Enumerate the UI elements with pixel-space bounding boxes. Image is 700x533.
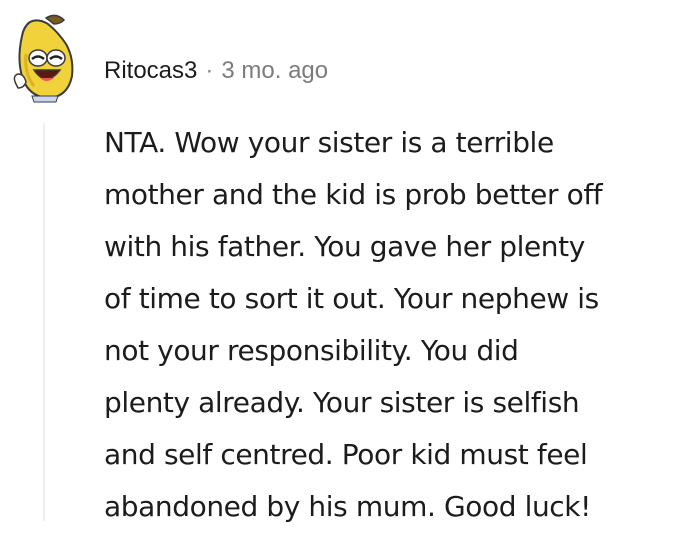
avatar[interactable] xyxy=(12,14,78,104)
comment-body-line: with his father. You gave her plenty xyxy=(104,230,585,263)
comment-body: NTA. Wow your sister is a terrible mothe… xyxy=(104,117,694,533)
comment-body-line: not your responsibility. You did xyxy=(104,334,519,367)
comment-body-line: of time to sort it out. Your nephew is xyxy=(104,282,599,315)
comment-meta: Ritocas3 · 3 mo. ago xyxy=(104,56,328,86)
comment: Ritocas3 · 3 mo. ago NTA. Wow your siste… xyxy=(0,0,700,523)
comment-body-line: mother and the kid is prob better off xyxy=(104,178,603,211)
meta-separator: · xyxy=(205,57,214,84)
comment-body-line: and self centred. Poor kid must feel xyxy=(104,438,588,471)
comment-body-line: plenty already. Your sister is selfish xyxy=(104,386,580,419)
thread-collapse-line[interactable] xyxy=(43,123,45,521)
banana-avatar-icon xyxy=(13,14,74,103)
username-link[interactable]: Ritocas3 xyxy=(104,57,197,85)
timestamp-link[interactable]: 3 mo. ago xyxy=(221,57,328,85)
comment-body-line: NTA. Wow your sister is a terrible xyxy=(104,126,554,159)
comment-body-line: abandoned by his mum. Good luck! xyxy=(104,490,591,523)
